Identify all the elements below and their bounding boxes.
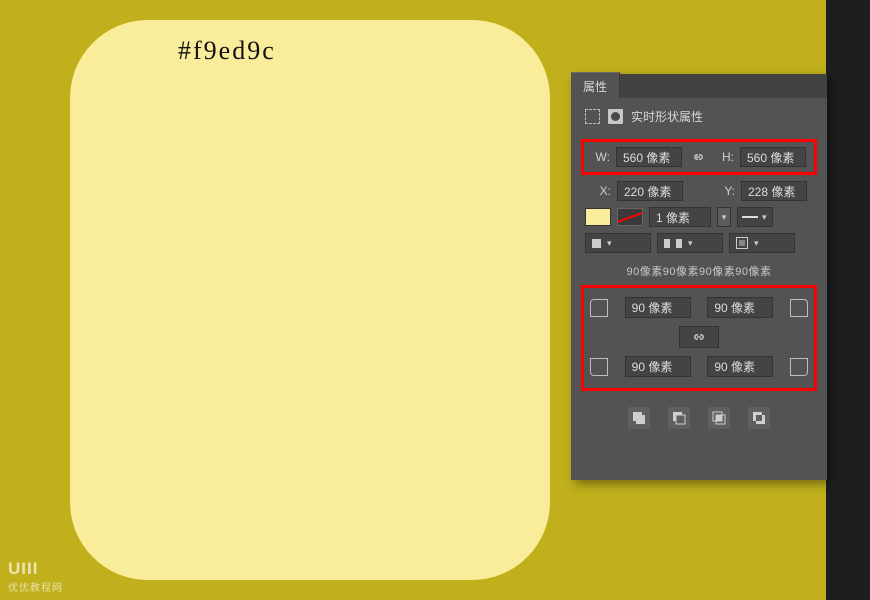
app-right-strip (826, 0, 870, 600)
corner-tl-icon[interactable] (590, 299, 608, 317)
width-label: W: (590, 150, 610, 164)
fill-color-swatch[interactable] (585, 208, 611, 226)
rounded-rectangle-shape (70, 20, 550, 580)
corner-radius-summary: 90像素90像素90像素90像素 (571, 263, 827, 279)
width-input[interactable]: 560 像素 (616, 147, 682, 167)
path-winding-select[interactable]: ▾ (729, 233, 795, 253)
bounding-box-icon (585, 109, 600, 124)
pathfinder-exclude-button[interactable] (748, 407, 770, 429)
watermark: UIII 优优教程网 (8, 559, 63, 594)
stroke-caps-select[interactable]: ▾ (657, 233, 723, 253)
pathfinder-intersect-button[interactable] (708, 407, 730, 429)
link-wh-icon[interactable] (688, 149, 708, 165)
panel-subheader: 实时形状属性 (571, 98, 827, 135)
stroke-options-row: ▾ ▾ ▾ (585, 233, 813, 253)
tab-properties[interactable]: 属性 (571, 72, 620, 98)
corner-tr-icon[interactable] (790, 299, 808, 317)
height-input[interactable]: 560 像素 (740, 147, 806, 167)
link-corners-button[interactable] (679, 326, 719, 348)
panel-tab-bar: 属性 (571, 74, 827, 98)
pathfinder-row (571, 407, 827, 429)
corners-highlight-box: 90 像素 90 像素 90 像素 90 像素 (581, 285, 817, 391)
position-row: X: 220 像素 Y: 228 像素 (591, 181, 807, 201)
pathfinder-subtract-button[interactable] (668, 407, 690, 429)
corner-br-input[interactable]: 90 像素 (707, 356, 773, 377)
panel-subheader-label: 实时形状属性 (631, 108, 703, 125)
live-shape-icon (608, 109, 623, 124)
winding-icon (736, 237, 748, 249)
stroke-width-input[interactable]: 1 像素 (649, 207, 711, 227)
corner-tl-input[interactable]: 90 像素 (625, 297, 691, 318)
size-row: W: 560 像素 H: 560 像素 (590, 147, 808, 167)
stroke-style-select[interactable]: ▾ (737, 207, 773, 227)
x-label: X: (591, 184, 611, 198)
height-label: H: (714, 150, 734, 164)
stroke-width-dropdown-icon[interactable] (717, 207, 731, 227)
stroke-align-select[interactable]: ▾ (585, 233, 651, 253)
corner-row-top: 90 像素 90 像素 (590, 297, 808, 318)
size-highlight-box: W: 560 像素 H: 560 像素 (581, 139, 817, 175)
x-input[interactable]: 220 像素 (617, 181, 683, 201)
properties-panel: 属性 实时形状属性 W: 560 像素 H: 560 像素 X: 220 像素 … (571, 74, 827, 480)
corner-bl-icon[interactable] (590, 358, 608, 376)
pathfinder-unite-button[interactable] (628, 407, 650, 429)
corner-bl-input[interactable]: 90 像素 (625, 356, 691, 377)
y-label: Y: (715, 184, 735, 198)
corner-br-icon[interactable] (790, 358, 808, 376)
color-hex-label: #f9ed9c (178, 36, 276, 66)
stroke-color-swatch[interactable] (617, 208, 643, 226)
corner-link-row (590, 326, 808, 348)
fill-stroke-row: 1 像素 ▾ (585, 207, 813, 227)
corner-row-bottom: 90 像素 90 像素 (590, 356, 808, 377)
watermark-brand: UIII (8, 559, 63, 579)
y-input[interactable]: 228 像素 (741, 181, 807, 201)
corner-tr-input[interactable]: 90 像素 (707, 297, 773, 318)
watermark-tagline: 优优教程网 (8, 579, 63, 594)
